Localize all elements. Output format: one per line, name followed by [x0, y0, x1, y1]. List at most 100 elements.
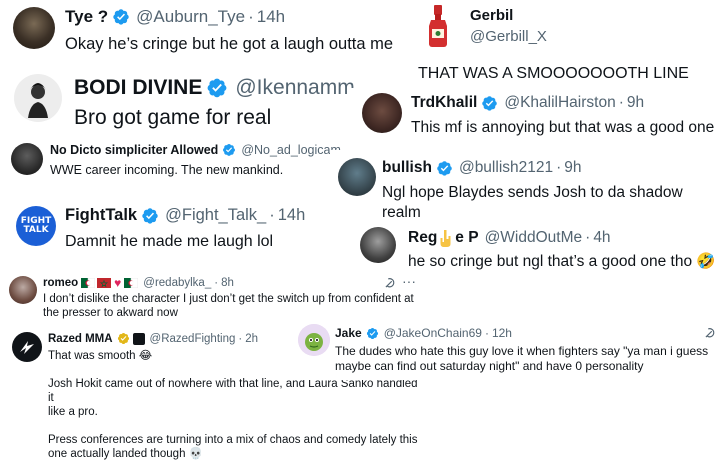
- display-name[interactable]: Jake: [335, 326, 362, 340]
- avatar[interactable]: [11, 143, 43, 175]
- avatar[interactable]: [362, 93, 402, 133]
- avatar[interactable]: [338, 158, 376, 196]
- verified-badge-icon: [366, 327, 379, 340]
- avatar-logo-text: TALK: [23, 225, 49, 235]
- handle[interactable]: @RazedFighting: [150, 333, 236, 345]
- tweet-text: Okay he’s cringe but he got a laugh outt…: [65, 35, 394, 53]
- flag-icon: [97, 278, 112, 288]
- display-name[interactable]: Gerbil: [470, 7, 513, 24]
- verified-badge-icon: [206, 77, 228, 99]
- flag-icon: [124, 278, 139, 288]
- separator-dot: ·: [248, 7, 254, 26]
- tweet-text-line: Josh Hokit came out of nowhere with that…: [48, 378, 418, 404]
- display-name[interactable]: FightTalk: [65, 206, 137, 225]
- flag-icon: [81, 278, 96, 288]
- tweet-gerbil[interactable]: Gerbil @Gerbill_X THAT WAS A SMOOOOOOOTH…: [405, 0, 720, 88]
- handle-row: @Gerbill_X: [470, 28, 547, 45]
- timestamp[interactable]: 14h: [257, 7, 285, 27]
- tweet-text: The dudes who hate this guy love it when…: [335, 344, 708, 374]
- tweet-text: I don’t dislike the character I just don…: [43, 292, 414, 320]
- separator-dot: ·: [484, 326, 489, 340]
- verified-badge-icon: [436, 160, 453, 177]
- avatar[interactable]: [298, 324, 330, 356]
- tweet-nodicto[interactable]: No Dicto simpliciter Allowed @No_ad_logi…: [0, 136, 350, 186]
- display-name[interactable]: e P: [455, 229, 478, 247]
- timestamp[interactable]: 8h: [221, 277, 234, 289]
- handle[interactable]: @No_ad_logicam: [241, 143, 341, 157]
- tweet-paragraph: Josh Hokit came out of nowhere with that…: [48, 377, 423, 419]
- handle[interactable]: @JakeOnChain69: [384, 326, 482, 340]
- tweet-paragraph: Press conferences are turning into a mix…: [48, 433, 423, 461]
- tweet-header: Razed MMA @RazedFighting · 2h: [48, 332, 258, 345]
- tweet-text: THAT WAS A SMOOOOOOOTH LINE: [418, 65, 689, 82]
- tweet-header: romeo ♥ @redabylka_ · 8h: [43, 276, 234, 290]
- grok-icon[interactable]: [703, 326, 717, 340]
- verified-badge-icon: [112, 8, 130, 26]
- display-name[interactable]: Reg: [408, 229, 437, 247]
- avatar[interactable]: [9, 276, 37, 304]
- laughing-emoji: 😂: [138, 350, 153, 362]
- display-name[interactable]: Tye ?: [65, 7, 108, 27]
- tweet-header: Tye ? @Auburn_Tye · 14h: [65, 7, 285, 27]
- hot-sauce-bottle-icon[interactable]: [420, 4, 456, 48]
- tweet-header: Jake @JakeOnChain69 · 12h: [335, 326, 512, 340]
- display-name[interactable]: BODI DIVINE: [74, 76, 202, 100]
- verified-badge-icon: [141, 207, 159, 225]
- avatar[interactable]: [13, 7, 55, 49]
- handle[interactable]: @Fight_Talk_: [165, 206, 266, 225]
- handle[interactable]: @Ikennamm: [235, 76, 354, 100]
- tweet-header: No Dicto simpliciter Allowed @No_ad_logi…: [50, 143, 341, 157]
- avatar[interactable]: FIGHT TALK: [16, 206, 56, 246]
- avatar[interactable]: [14, 74, 62, 122]
- tweet-text-line: That was smooth: [48, 350, 136, 362]
- timestamp[interactable]: 9h: [564, 159, 581, 177]
- handle[interactable]: @WiddOutMe: [485, 229, 583, 247]
- handle[interactable]: @redabylka_: [143, 277, 211, 289]
- timestamp[interactable]: 14h: [278, 206, 306, 225]
- timestamp[interactable]: 2h: [245, 333, 258, 345]
- verified-badge-icon: [222, 143, 236, 157]
- tweet-fighttalk[interactable]: FIGHT TALK FightTalk @Fight_Talk_ · 14h …: [0, 196, 340, 258]
- tweet-bodi[interactable]: BODI DIVINE @Ikennamm Bro got game for r…: [0, 68, 360, 130]
- timestamp[interactable]: 9h: [627, 94, 644, 112]
- handle[interactable]: @Auburn_Tye: [136, 7, 245, 27]
- tweet-tye[interactable]: Tye ? @Auburn_Tye · 14h Okay he’s cringe…: [0, 0, 405, 62]
- avatar[interactable]: [12, 332, 42, 362]
- separator-dot: ·: [556, 159, 562, 176]
- tweet-header: FightTalk @Fight_Talk_ · 14h: [65, 206, 305, 225]
- timestamp[interactable]: 12h: [492, 326, 512, 340]
- tweet-text-line: The dudes who hate this guy love it when…: [335, 344, 709, 358]
- grok-icon[interactable]: [383, 276, 397, 290]
- tweet-trdkhalil[interactable]: TrdKhalil @KhalilHairston · 9h This mf i…: [350, 88, 720, 144]
- tweet-bullish[interactable]: bullish @bullish2121 · 9h Ngl hope Blayd…: [330, 150, 720, 221]
- tweet-text-row: he so cringe but ngl that’s a good one t…: [408, 252, 715, 271]
- tweet-text-line: Press conferences are turning into a mix…: [48, 434, 418, 446]
- display-name[interactable]: TrdKhalil: [411, 94, 477, 112]
- handle[interactable]: @KhalilHairston: [504, 94, 615, 112]
- rofl-emoji: 🤣: [696, 253, 716, 270]
- tweet-romeo[interactable]: romeo ♥ @redabylka_ · 8h ··· I don’t dis…: [0, 270, 430, 322]
- display-name[interactable]: No Dicto simpliciter Allowed: [50, 143, 218, 157]
- tweet-header: TrdKhalil @KhalilHairston · 9h: [411, 94, 644, 112]
- separator-dot: ·: [269, 206, 275, 224]
- handle[interactable]: @bullish2121: [459, 159, 553, 177]
- tweet-jake[interactable]: Jake @JakeOnChain69 · 12h The dudes who …: [290, 318, 720, 380]
- display-name[interactable]: romeo: [43, 277, 78, 289]
- tweet-text: This mf is annoying but that was a good …: [411, 119, 715, 136]
- tweet-text: Damnit he made me laugh lol: [65, 233, 274, 250]
- separator-dot: ·: [618, 94, 624, 111]
- timestamp[interactable]: 4h: [593, 229, 610, 247]
- tweet-reg[interactable]: Reg e P @WiddOutMe · 4h he so cringe but…: [352, 222, 720, 274]
- affiliate-badge-icon: [132, 332, 145, 345]
- more-icon[interactable]: ···: [402, 273, 416, 289]
- verified-badge-icon: [117, 332, 130, 345]
- handle[interactable]: @Gerbill_X: [470, 28, 547, 45]
- razed-logo-icon: [20, 341, 34, 354]
- avatar[interactable]: [360, 227, 396, 263]
- tweet-text-line: like a pro.: [48, 406, 98, 418]
- tweet-text: he so cringe but ngl that’s a good one t…: [408, 252, 693, 270]
- separator-dot: ·: [214, 277, 219, 289]
- display-name[interactable]: Razed MMA: [48, 333, 113, 345]
- display-name[interactable]: bullish: [382, 159, 432, 177]
- tweet-text-line: maybe can find out saturday night" and h…: [335, 359, 644, 373]
